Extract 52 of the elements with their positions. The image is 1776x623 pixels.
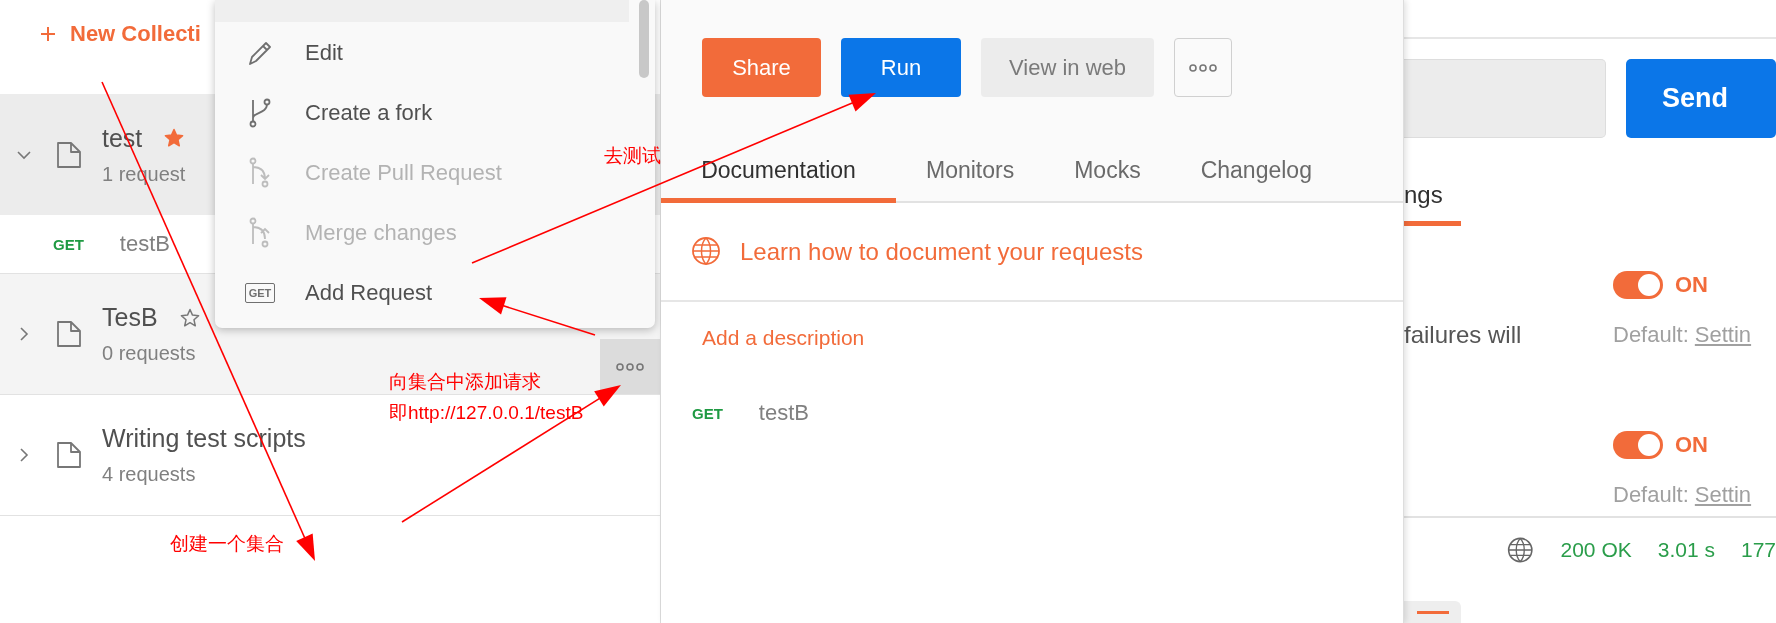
toggle-state: ON: [1675, 272, 1708, 298]
tab[interactable]: Mocks: [1044, 157, 1171, 203]
new-collection-button[interactable]: New Collecti: [40, 21, 201, 47]
tab[interactable]: Monitors: [896, 157, 1045, 203]
plus-icon: [40, 26, 56, 42]
share-button[interactable]: Share: [702, 38, 821, 97]
more-button[interactable]: [1174, 38, 1232, 97]
request-name[interactable]: testB: [758, 400, 809, 426]
settings-link[interactable]: Settin: [1694, 322, 1752, 348]
folder-icon: [56, 140, 82, 169]
annotation-text: 向集合中添加请求: [389, 370, 541, 394]
method-label: GET: [53, 235, 84, 253]
annotation-text: 去测试: [604, 144, 661, 168]
run-button[interactable]: Run: [841, 38, 961, 97]
collapsed-tab[interactable]: [1404, 601, 1461, 623]
folder-icon: [56, 441, 82, 469]
request-name: testB: [119, 231, 170, 257]
learn-link[interactable]: Learn how to document your requests: [740, 237, 1143, 266]
menu-item[interactable]: Edit: [215, 23, 343, 83]
annotation-text: 创建一个集合: [170, 532, 284, 556]
web-button[interactable]: View in web: [981, 38, 1154, 97]
dots-icon: [1189, 63, 1217, 72]
send-button[interactable]: Send: [1626, 59, 1776, 138]
request-count: 0 requests: [102, 342, 197, 365]
status-code: 200 OK: [1560, 538, 1632, 562]
collection-name: TesB: [102, 303, 158, 332]
toggle-switch[interactable]: [1613, 431, 1663, 459]
star-filled-icon[interactable]: [164, 128, 185, 148]
toggle-switch[interactable]: [1613, 271, 1663, 299]
default-label: Default:: [1613, 482, 1689, 508]
globe-icon: [1506, 535, 1535, 565]
request-count: 4 requests: [102, 463, 197, 486]
url-field[interactable]: [1404, 59, 1606, 138]
tab[interactable]: Changelog: [1170, 157, 1342, 203]
default-label: Default:: [1613, 322, 1689, 348]
tab[interactable]: ngs: [1404, 181, 1461, 226]
tab[interactable]: Documentation: [661, 157, 896, 203]
add-description-link[interactable]: Add a description: [702, 326, 1403, 350]
toggle-state: ON: [1675, 432, 1708, 458]
dots-icon: [616, 362, 644, 371]
response-time: 3.01 s: [1657, 538, 1715, 562]
setting-description: failures will: [1404, 321, 1522, 349]
request-icon: GET: [244, 283, 276, 303]
settings-link[interactable]: Settin: [1694, 482, 1752, 508]
menu-item[interactable]: Create a fork: [215, 83, 433, 143]
more-button[interactable]: [600, 339, 660, 394]
response-size: 177: [1740, 538, 1776, 562]
method-label: GET: [692, 404, 723, 422]
star-outline-icon[interactable]: [179, 307, 200, 328]
globe-icon: [690, 235, 722, 268]
scrollbar-thumb[interactable]: [639, 0, 649, 78]
folder-icon: [56, 320, 82, 348]
